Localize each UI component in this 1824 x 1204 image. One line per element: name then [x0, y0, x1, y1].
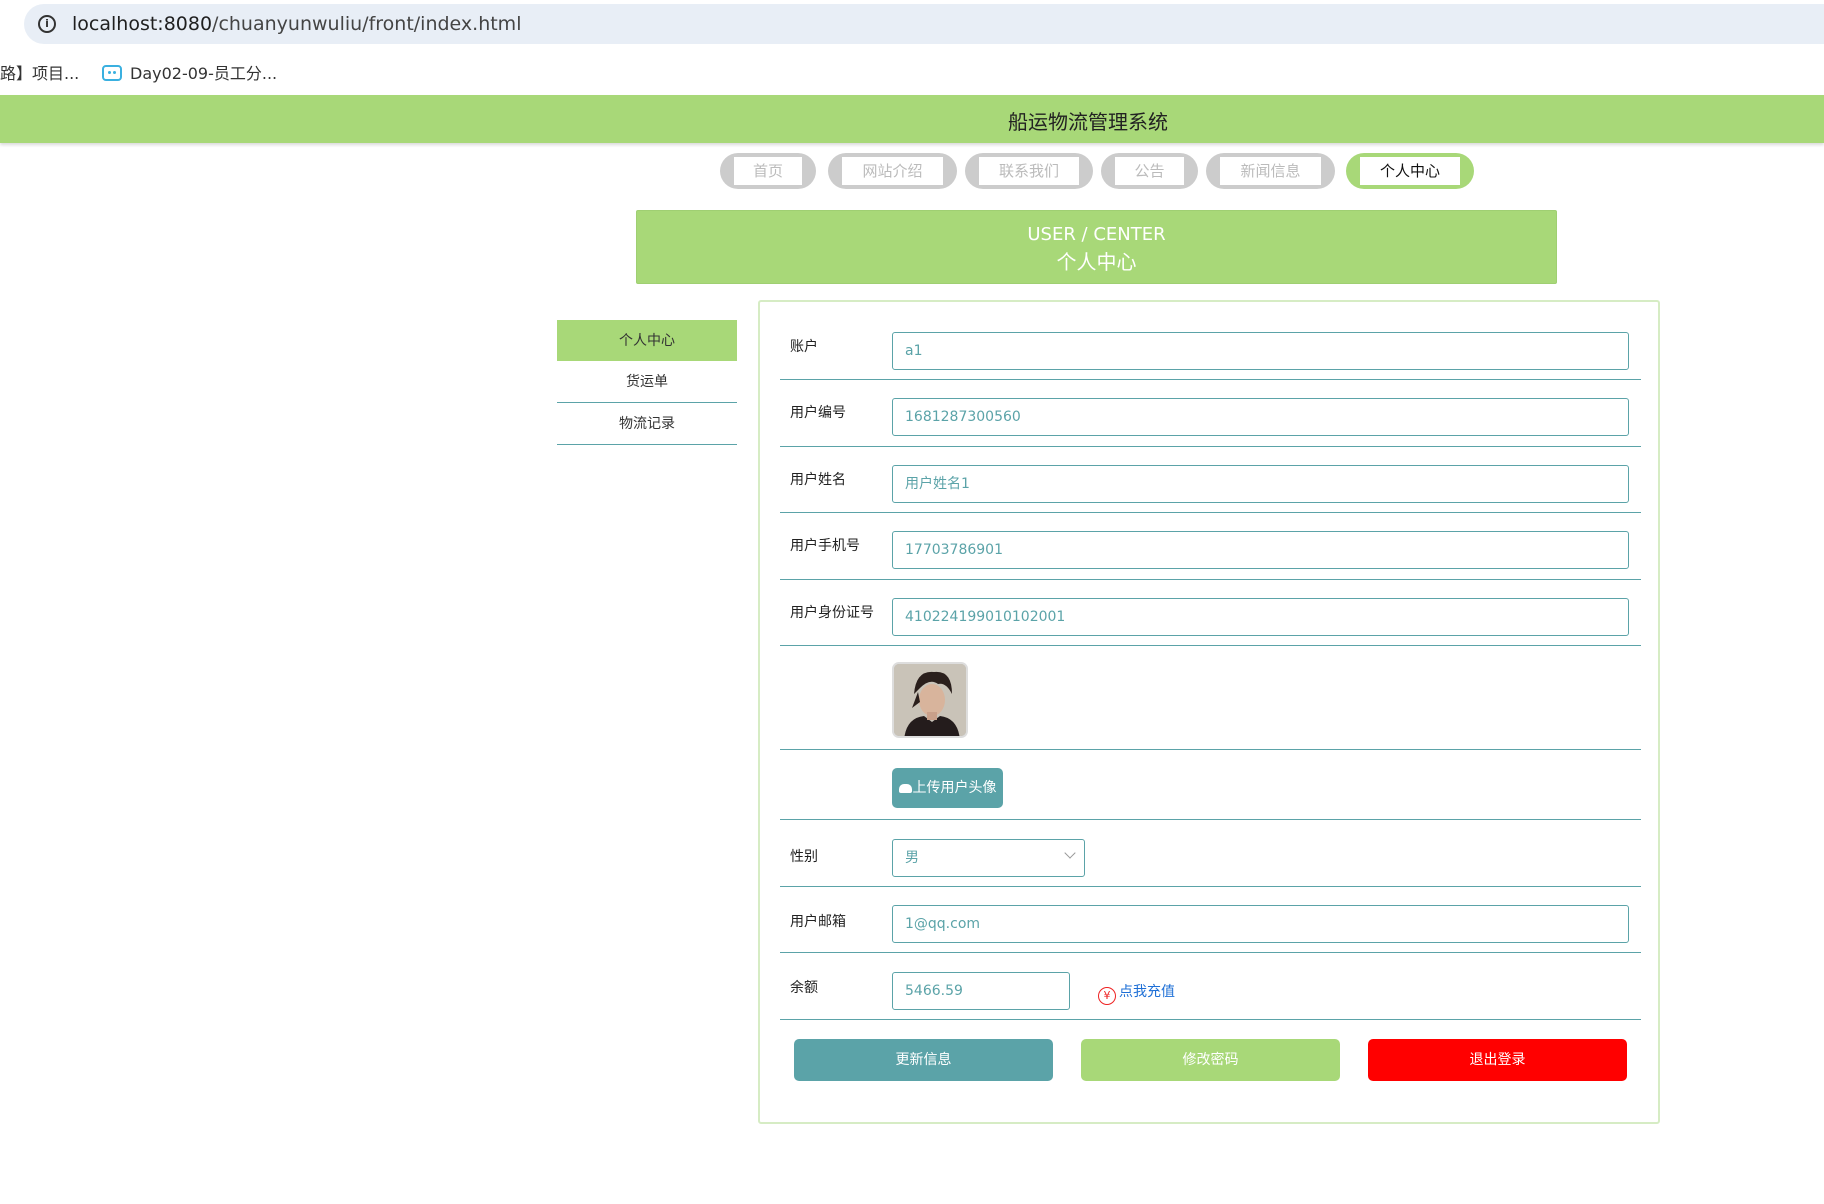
sidebar-item-logistics-records[interactable]: 物流记录 — [557, 403, 737, 445]
nav-item-notice[interactable]: 公告 — [1101, 153, 1198, 189]
form-row-balance: 余额 5466.59 ¥ 点我充值 — [780, 953, 1641, 1020]
cloud-upload-icon — [898, 784, 912, 793]
form-row-upload: 上传用户头像 — [780, 750, 1641, 820]
sidebar-item-user-center[interactable]: 个人中心 — [557, 320, 737, 361]
nav-item-user-center[interactable]: 个人中心 — [1346, 153, 1474, 189]
form-row-gender: 性别 男 — [780, 820, 1641, 887]
nav-item-label: 新闻信息 — [1220, 157, 1321, 185]
nav-item-news[interactable]: 新闻信息 — [1206, 153, 1335, 189]
form-row-id-card: 用户身份证号 410224199010102001 — [780, 580, 1641, 646]
account-input[interactable]: a1 — [892, 332, 1629, 370]
email-input[interactable]: 1@qq.com — [892, 905, 1629, 943]
balance-input[interactable]: 5466.59 — [892, 972, 1070, 1010]
form-row-avatar — [780, 646, 1641, 750]
nav-item-label: 个人中心 — [1360, 157, 1460, 185]
field-label: 用户编号 — [790, 405, 846, 421]
upload-avatar-label: 上传用户头像 — [912, 780, 997, 796]
banner-title-cn: 个人中心 — [1056, 250, 1137, 274]
field-label: 余额 — [790, 980, 818, 996]
bookmark-label: Day02-09-员工分... — [130, 64, 278, 83]
bilibili-icon — [102, 65, 122, 81]
main-nav: 首页 网站介绍 联系我们 公告 新闻信息 个人中心 — [0, 153, 1824, 189]
nav-item-intro[interactable]: 网站介绍 — [828, 153, 957, 189]
upload-avatar-button[interactable]: 上传用户头像 — [892, 768, 1003, 808]
page-banner: USER / CENTER 个人中心 — [636, 210, 1557, 284]
form-row-account: 账户 a1 — [780, 302, 1641, 380]
change-password-button[interactable]: 修改密码 — [1081, 1039, 1340, 1081]
gender-select[interactable]: 男 — [892, 839, 1085, 877]
nav-item-home[interactable]: 首页 — [720, 153, 816, 189]
nav-item-label: 网站介绍 — [842, 157, 943, 185]
field-label: 用户邮箱 — [790, 914, 846, 930]
nav-item-contact[interactable]: 联系我们 — [965, 153, 1093, 189]
update-info-button[interactable]: 更新信息 — [794, 1039, 1053, 1081]
form-row-email: 用户邮箱 1@qq.com — [780, 887, 1641, 953]
nav-item-label: 联系我们 — [979, 157, 1079, 185]
chevron-down-icon — [1064, 847, 1076, 859]
sidebar-item-shipping-orders[interactable]: 货运单 — [557, 361, 737, 403]
user-no-input[interactable]: 1681287300560 — [892, 398, 1629, 436]
site-header: 船运物流管理系统 — [0, 95, 1824, 143]
field-label: 账户 — [790, 339, 818, 355]
user-name-input[interactable]: 用户姓名1 — [892, 465, 1629, 503]
yen-icon: ¥ — [1098, 987, 1116, 1005]
id-card-input[interactable]: 410224199010102001 — [892, 598, 1629, 636]
form-row-user-name: 用户姓名 用户姓名1 — [780, 447, 1641, 513]
url-box[interactable]: i localhost:8080/chuanyunwuliu/front/ind… — [24, 4, 1824, 44]
browser-address-bar: i localhost:8080/chuanyunwuliu/front/ind… — [0, 0, 1824, 46]
field-label: 用户姓名 — [790, 472, 846, 488]
avatar — [892, 662, 968, 738]
form-row-user-no: 用户编号 1681287300560 — [780, 380, 1641, 447]
form-row-phone: 用户手机号 17703786901 — [780, 513, 1641, 580]
field-label: 用户手机号 — [790, 538, 860, 554]
avatar-image — [894, 664, 966, 736]
profile-panel: 账户 a1 用户编号 1681287300560 用户姓名 用户姓名1 用户手机… — [758, 300, 1660, 1124]
site-title: 船运物流管理系统 — [1008, 110, 1168, 134]
recharge-link[interactable]: ¥ 点我充值 — [1098, 981, 1175, 1005]
nav-item-label: 公告 — [1115, 157, 1184, 185]
url-host: localhost:8080 — [72, 13, 213, 35]
bookmark-item[interactable]: 路】项目... — [0, 60, 79, 84]
recharge-label: 点我充值 — [1119, 984, 1175, 1000]
field-label: 用户身份证号 — [790, 605, 874, 621]
url-text[interactable]: localhost:8080/chuanyunwuliu/front/index… — [72, 13, 521, 35]
bookmark-item[interactable]: Day02-09-员工分... — [102, 60, 277, 84]
logout-button[interactable]: 退出登录 — [1368, 1039, 1627, 1081]
site-info-icon[interactable]: i — [38, 15, 56, 33]
sidebar: 个人中心 货运单 物流记录 — [557, 320, 737, 445]
nav-item-label: 首页 — [734, 157, 802, 185]
gender-select-value: 男 — [905, 850, 919, 866]
banner-title-en: USER / CENTER — [1027, 224, 1166, 245]
bookmarks-bar: 路】项目... Day02-09-员工分... — [0, 54, 1824, 88]
phone-input[interactable]: 17703786901 — [892, 531, 1629, 569]
field-label: 性别 — [790, 849, 818, 865]
url-path: /chuanyunwuliu/front/index.html — [212, 13, 522, 35]
